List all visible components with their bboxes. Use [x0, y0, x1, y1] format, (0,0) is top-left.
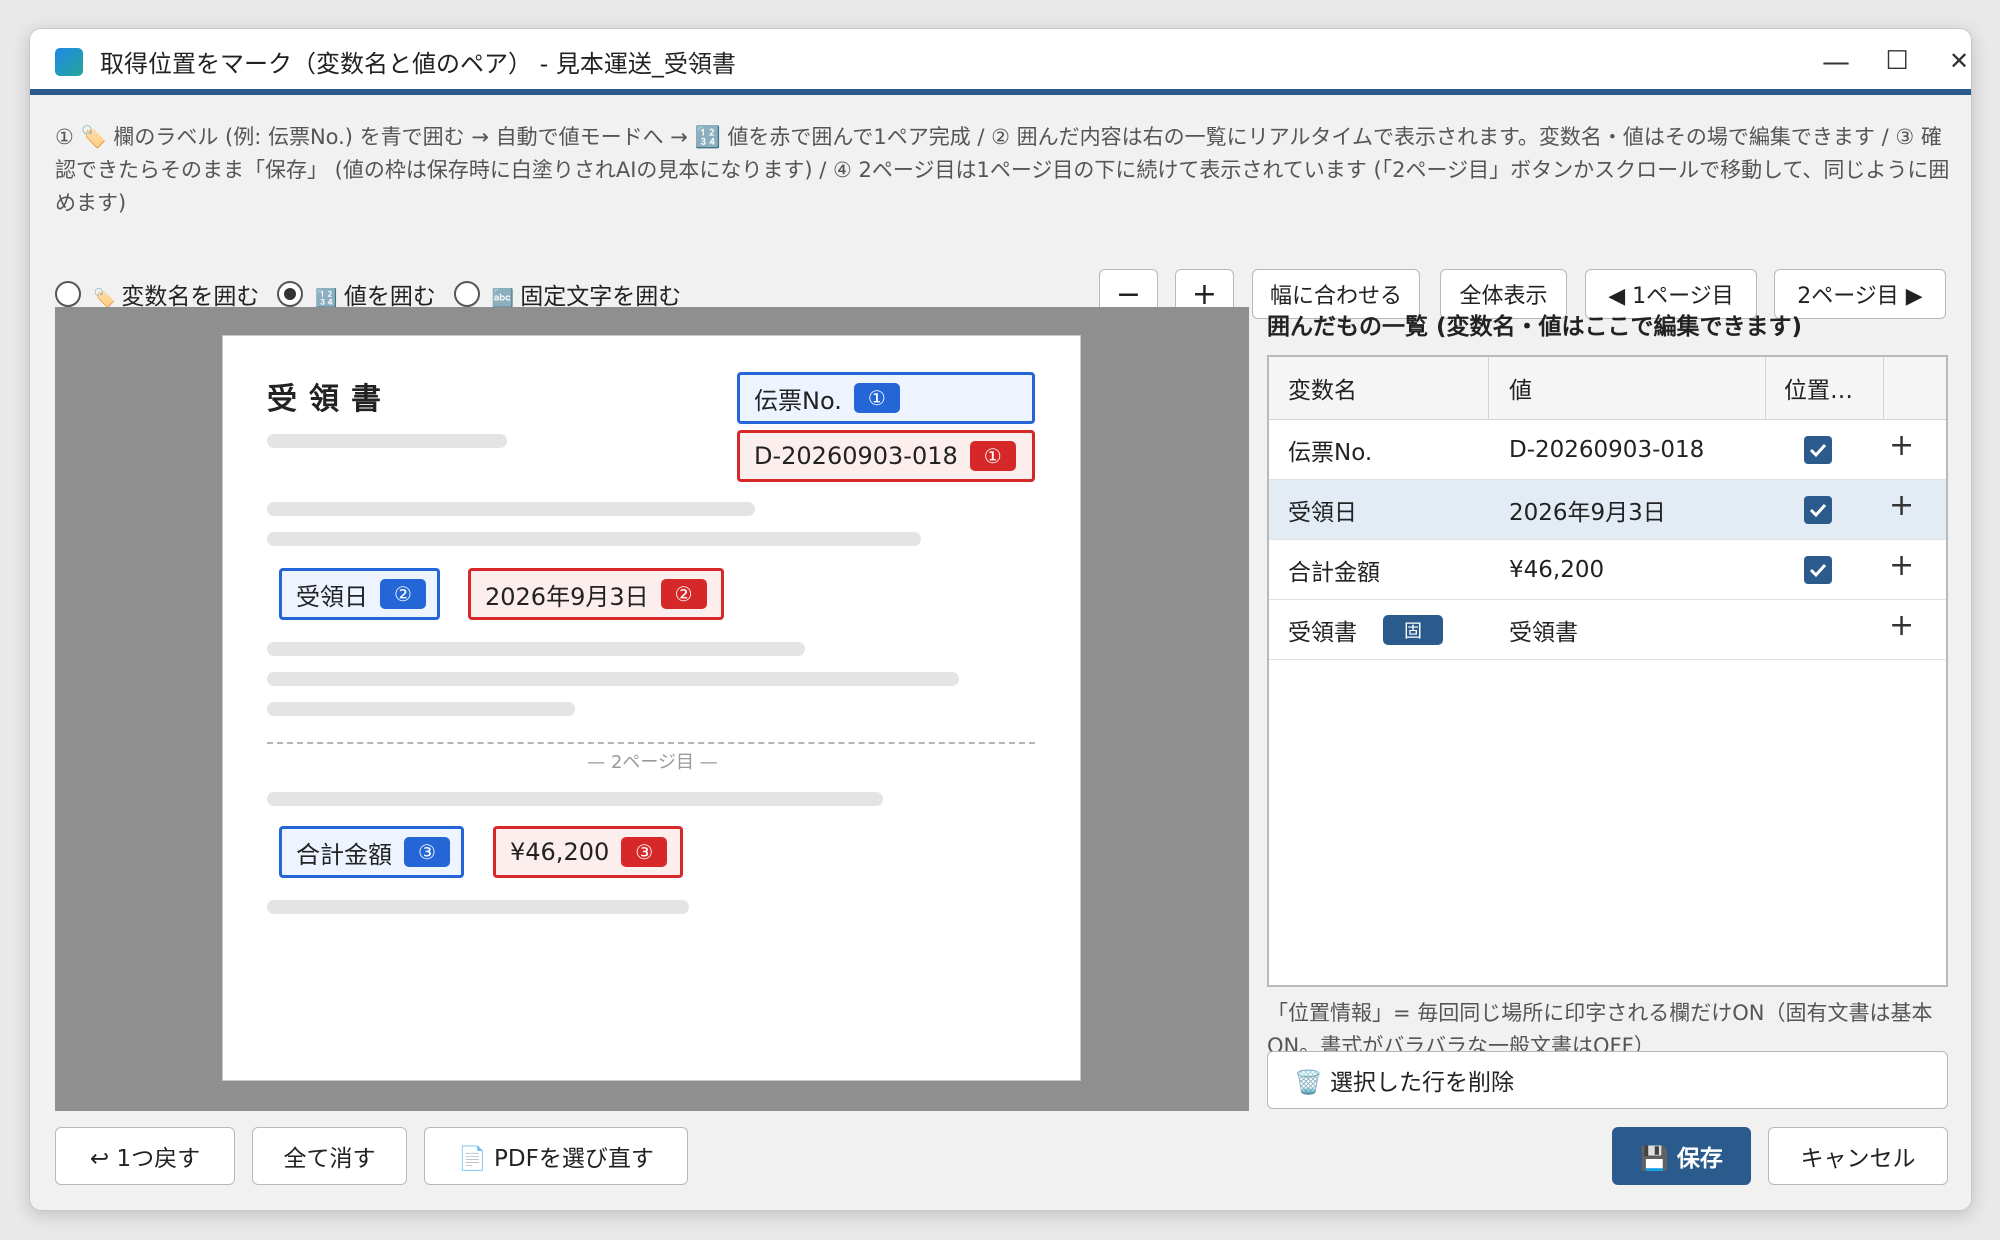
mark-number: ② — [380, 579, 426, 609]
check-icon — [1809, 563, 1827, 578]
mark-number: ③ — [621, 837, 668, 867]
window-title: 取得位置をマーク（変数名と値のペア） - 見本運送_受領書 — [100, 50, 736, 78]
add-row-button[interactable]: + — [1889, 428, 1914, 463]
reselect-pdf-button[interactable]: 📄 PDFを選び直す — [424, 1127, 688, 1185]
mode-label-fixed[interactable]: 🔤 固定文字を囲む — [492, 277, 681, 311]
column-header-position[interactable]: 位置… — [1784, 357, 1853, 419]
mode-label-variable[interactable]: 🏷️ 変数名を囲む — [93, 277, 259, 311]
row-value[interactable]: 受領書 — [1509, 600, 1578, 659]
placeholder-line — [267, 434, 507, 448]
placeholder-line — [267, 532, 921, 546]
placeholder-line — [267, 642, 805, 656]
mode-radio-label[interactable] — [55, 281, 81, 307]
mark-text: 伝票No. — [754, 386, 842, 415]
position-checkbox[interactable] — [1804, 436, 1832, 464]
fixed-badge: 固 — [1383, 614, 1443, 645]
row-name: 受領書 — [1288, 619, 1357, 646]
mode-selector: 🏷️ 変数名を囲む 🔢 値を囲む 🔤 固定文字を囲む — [55, 277, 699, 311]
row-name[interactable]: 伝票No. — [1288, 420, 1372, 479]
column-header-name[interactable]: 変数名 — [1288, 357, 1357, 419]
row-name[interactable]: 合計金額 — [1288, 540, 1380, 599]
row-name[interactable]: 受領日 — [1288, 480, 1357, 539]
table-header: 変数名 値 位置… — [1269, 357, 1946, 420]
placeholder-line — [267, 672, 959, 686]
placeholder-line — [267, 792, 883, 806]
row-name-fixed[interactable]: 受領書固 — [1288, 600, 1443, 659]
add-row-button[interactable]: + — [1889, 488, 1914, 523]
mark-text: D-20260903-018 — [754, 442, 958, 470]
instructions-text: ① 🏷️ 欄のラベル (例: 伝票No.) を青で囲む → 自動で値モードへ →… — [55, 125, 1950, 215]
row-value[interactable]: D-20260903-018 — [1509, 420, 1704, 479]
value-mark-1[interactable]: D-20260903-018 ① — [737, 430, 1035, 482]
close-icon[interactable]: ✕ — [1934, 39, 1971, 83]
add-row-button[interactable]: + — [1889, 548, 1914, 583]
row-value[interactable]: ¥46,200 — [1509, 540, 1604, 599]
column-separator — [1488, 357, 1489, 420]
dialog-window: 取得位置をマーク（変数名と値のペア） - 見本運送_受領書 — ☐ ✕ ① 🏷️… — [29, 28, 1972, 1211]
table-row[interactable]: 受領日 2026年9月3日 + — [1269, 480, 1946, 540]
placeholder-line — [267, 702, 575, 716]
placeholder-line — [267, 502, 755, 516]
label-mark-3[interactable]: 合計金額 ③ — [279, 826, 464, 878]
page-divider — [267, 742, 1035, 744]
check-icon — [1809, 503, 1827, 518]
pdf-viewer[interactable]: 受領書 伝票No. ① D-20260903-018 ① 受領日 ② 2026年9月3… — [55, 307, 1249, 1111]
undo-button[interactable]: ↩ 1つ戻す — [55, 1127, 235, 1185]
tag-icon: 🏷️ — [93, 288, 116, 309]
position-checkbox[interactable] — [1804, 496, 1832, 524]
clear-all-button[interactable]: 全て消す — [252, 1127, 407, 1185]
save-button[interactable]: 💾 保存 — [1612, 1127, 1751, 1185]
column-separator — [1765, 357, 1766, 420]
mark-number: ② — [660, 579, 707, 609]
label-mark-1[interactable]: 伝票No. ① — [737, 372, 1035, 424]
mark-text: 2026年9月3日 — [485, 582, 649, 611]
title-bar: 取得位置をマーク（変数名と値のペア） - 見本運送_受領書 — ☐ ✕ — [30, 29, 1971, 95]
position-checkbox[interactable] — [1804, 556, 1832, 584]
delete-selected-button[interactable]: 🗑️ 選択した行を削除 — [1267, 1051, 1948, 1109]
mark-number: ① — [969, 441, 1016, 471]
mode-label-value[interactable]: 🔢 値を囲む — [315, 277, 435, 311]
cancel-button[interactable]: キャンセル — [1768, 1127, 1948, 1185]
mark-text: ¥46,200 — [510, 838, 610, 866]
numbers-icon: 🔢 — [315, 288, 338, 309]
maximize-icon[interactable]: ☐ — [1872, 39, 1922, 83]
mode-radio-fixed[interactable] — [453, 281, 480, 307]
add-row-button[interactable]: + — [1889, 608, 1914, 643]
check-icon — [1809, 443, 1827, 458]
label-mark-2[interactable]: 受領日 ② — [279, 568, 440, 620]
document-title: 受領書 — [267, 382, 393, 417]
row-value[interactable]: 2026年9月3日 — [1509, 480, 1666, 539]
mark-text: 合計金額 — [296, 840, 392, 869]
mark-text: 受領日 — [296, 582, 368, 611]
abc-icon: 🔤 — [491, 288, 515, 309]
table-row[interactable]: 受領書固 受領書 + — [1269, 600, 1946, 660]
placeholder-line — [267, 900, 689, 914]
column-separator — [1883, 357, 1884, 420]
column-header-value[interactable]: 値 — [1509, 357, 1532, 419]
mark-number: ① — [853, 383, 900, 413]
minimize-icon[interactable]: — — [1811, 39, 1861, 83]
table-row[interactable]: 合計金額 ¥46,200 + — [1269, 540, 1946, 600]
value-mark-2[interactable]: 2026年9月3日 ② — [468, 568, 724, 620]
pairs-table[interactable]: 変数名 値 位置… 伝票No. D-20260903-018 + 受領日 202… — [1267, 355, 1948, 987]
mark-number: ③ — [404, 837, 450, 867]
app-icon — [55, 48, 83, 76]
list-title: 囲んだもの一覧 (変数名・値はここで編集できます) — [1267, 314, 1803, 340]
mode-radio-value[interactable] — [277, 281, 304, 307]
pdf-page[interactable]: 受領書 伝票No. ① D-20260903-018 ① 受領日 ② 2026年9月3… — [222, 335, 1081, 1081]
page2-label: — 2ページ目 — — [587, 752, 718, 773]
table-row[interactable]: 伝票No. D-20260903-018 + — [1269, 420, 1946, 480]
value-mark-3[interactable]: ¥46,200 ③ — [493, 826, 683, 878]
